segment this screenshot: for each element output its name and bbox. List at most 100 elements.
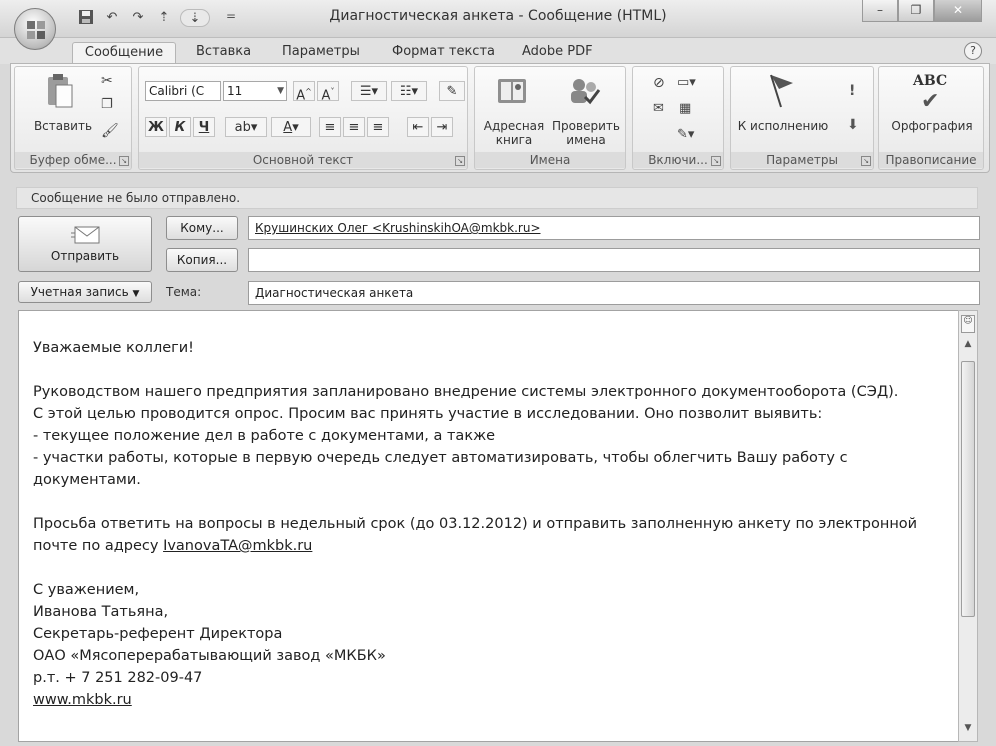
ruler-toggle-icon[interactable]: ☺ <box>961 315 975 333</box>
spelling-check-icon[interactable]: ✔ <box>921 89 939 114</box>
to-button[interactable]: Кому... <box>166 216 238 240</box>
basic-text-launcher-icon[interactable]: ↘ <box>455 156 465 166</box>
spelling-label[interactable]: Орфография <box>879 119 985 133</box>
website-link[interactable]: www.mkbk.ru <box>33 689 943 711</box>
tab-format-text[interactable]: Формат текста <box>382 42 505 64</box>
tab-options[interactable]: Параметры <box>272 42 370 64</box>
basic-text-group-label: Основной текст <box>139 152 467 168</box>
copy-icon[interactable]: ❐ <box>101 97 113 112</box>
to-recipient[interactable]: Крушинских Олег <KrushinskihOA@mkbk.ru> <box>255 221 541 235</box>
send-label: Отправить <box>50 249 120 263</box>
cc-field[interactable] <box>248 248 980 272</box>
align-left-icon[interactable]: ≡ <box>319 117 341 137</box>
low-importance-icon[interactable]: ⬇ <box>847 117 859 133</box>
include-launcher-icon[interactable]: ↘ <box>711 156 721 166</box>
message-body-text[interactable]: Уважаемые коллеги! Руководством нашего п… <box>33 337 943 711</box>
shrink-font-icon[interactable]: A˅ <box>317 81 339 103</box>
names-group-label: Имена <box>475 152 625 168</box>
vertical-scrollbar[interactable]: ☺ ▲ ▼ <box>958 310 978 742</box>
signature-line: Иванова Татьяна, <box>33 604 169 620</box>
signature-line: Секретарь-референт Директора <box>33 626 283 642</box>
spelling-abc-icon: ABC <box>913 73 948 89</box>
format-painter-icon[interactable]: 🖌 <box>101 123 119 139</box>
check-names-icon[interactable] <box>567 75 601 107</box>
tab-insert[interactable]: Вставка <box>186 42 261 64</box>
account-button[interactable]: Учетная запись ▼ <box>18 281 152 303</box>
bullets-icon[interactable]: ☰▾ <box>351 81 387 101</box>
styles-icon[interactable]: ✎ <box>439 81 465 101</box>
to-field[interactable]: Крушинских Олег <KrushinskihOA@mkbk.ru> <box>248 216 980 240</box>
address-book-label[interactable]: Адресная книга <box>479 119 549 147</box>
names-group: Адресная книга Проверить имена Имена <box>474 66 626 170</box>
office-logo-icon <box>27 21 45 39</box>
send-button[interactable]: Отправить <box>18 216 152 272</box>
close-button[interactable]: ✕ <box>934 0 982 22</box>
check-names-label[interactable]: Проверить имена <box>549 119 623 147</box>
undo-icon[interactable]: ↶ <box>102 9 122 27</box>
customize-qat-icon[interactable]: = <box>226 9 236 23</box>
options-launcher-icon[interactable]: ↘ <box>861 156 871 166</box>
scroll-up-icon[interactable]: ▲ <box>961 339 975 353</box>
increase-indent-icon[interactable]: ⇥ <box>431 117 453 137</box>
scroll-thumb[interactable] <box>961 361 975 617</box>
save-icon[interactable] <box>76 9 96 27</box>
attach-file-icon[interactable]: ⊘ <box>653 75 665 91</box>
maximize-button[interactable]: ❐ <box>898 0 934 22</box>
cut-icon[interactable]: ✂ <box>101 73 113 89</box>
paste-label[interactable]: Вставить <box>23 119 103 133</box>
options-group: К исполнению ! ⬇ Параметры ↘ <box>730 66 874 170</box>
title-bar <box>0 0 996 38</box>
cc-button[interactable]: Копия... <box>166 248 238 272</box>
tab-message[interactable]: Сообщение <box>72 42 176 64</box>
signature-line: С уважением, <box>33 582 140 598</box>
font-name-combo[interactable]: Calibri (С <box>145 81 221 101</box>
align-right-icon[interactable]: ≡ <box>367 117 389 137</box>
font-name-value: Calibri (С <box>149 84 205 98</box>
attach-item-icon[interactable]: ✉ <box>653 101 664 116</box>
high-importance-icon[interactable]: ! <box>849 83 855 99</box>
include-group-label: Включи... <box>633 152 723 168</box>
subject-field[interactable]: Диагностическая анкета <box>248 281 980 305</box>
signature-line: ОАО «Мясоперерабатывающий завод «МКБК» <box>33 648 386 664</box>
underline-button[interactable]: Ч <box>193 117 215 137</box>
italic-button[interactable]: К <box>169 117 191 137</box>
business-card-icon[interactable]: ▭▾ <box>677 75 696 90</box>
info-bar: Сообщение не было отправлено. <box>16 187 978 209</box>
decrease-indent-icon[interactable]: ⇤ <box>407 117 429 137</box>
office-button[interactable] <box>14 8 56 50</box>
font-size-combo[interactable]: 11 ▼ <box>223 81 287 101</box>
message-body[interactable]: Уважаемые коллеги! Руководством нашего п… <box>18 310 960 742</box>
scroll-down-icon[interactable]: ▼ <box>961 723 975 737</box>
include-group: ⊘ ▭▾ ✉ ▦ ✎▾ Включи... ↘ <box>632 66 724 170</box>
minimize-button[interactable]: – <box>862 0 898 22</box>
follow-up-label[interactable]: К исполнению <box>735 119 831 133</box>
email-link[interactable]: IvanovaTA@mkbk.ru <box>163 538 312 554</box>
follow-up-flag-icon[interactable] <box>765 73 795 109</box>
body-line: почте по адресу IvanovaTA@mkbk.ru <box>33 535 943 557</box>
numbering-icon[interactable]: ☷▾ <box>391 81 427 101</box>
next-item-icon[interactable]: ⇣ <box>180 9 210 27</box>
highlight-icon[interactable]: ab▾ <box>225 117 267 137</box>
help-icon[interactable]: ? <box>964 42 982 60</box>
body-line: документами. <box>33 472 141 488</box>
redo-icon[interactable]: ↷ <box>128 9 148 27</box>
address-book-icon[interactable] <box>495 75 529 107</box>
previous-item-icon[interactable]: ⇡ <box>154 9 174 27</box>
grow-font-icon[interactable]: A^ <box>293 81 315 103</box>
basic-text-group: Calibri (С 11 ▼ A^ A˅ ☰▾ ☷▾ ✎ Ж К Ч ab▾ … <box>138 66 468 170</box>
body-line: - текущее положение дел в работе с докум… <box>33 428 496 444</box>
clipboard-launcher-icon[interactable]: ↘ <box>119 156 129 166</box>
align-center-icon[interactable]: ≡ <box>343 117 365 137</box>
font-size-value: 11 <box>227 84 243 98</box>
tab-adobe-pdf[interactable]: Adobe PDF <box>512 42 603 64</box>
bold-button[interactable]: Ж <box>145 117 167 137</box>
subject-label: Тема: <box>166 285 202 299</box>
body-line: Просьба ответить на вопросы в недельный … <box>33 516 918 532</box>
signature-icon[interactable]: ✎▾ <box>677 127 694 142</box>
paste-icon[interactable] <box>45 73 75 109</box>
chevron-down-icon: ▼ <box>277 86 284 96</box>
clipboard-group-label: Буфер обме... <box>15 152 131 168</box>
proofing-group-label: Правописание <box>879 152 983 168</box>
font-color-icon[interactable]: A▾ <box>271 117 311 137</box>
calendar-icon[interactable]: ▦ <box>679 101 691 116</box>
